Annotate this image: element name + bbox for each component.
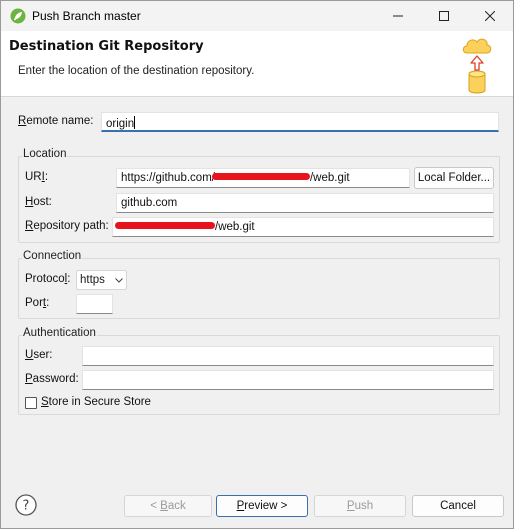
connection-group-title: Connection — [22, 250, 83, 262]
uri-value-end: /web.git — [309, 172, 350, 184]
local-folder-button[interactable]: Local Folder... — [414, 167, 494, 189]
uri-label: URI: — [25, 171, 48, 183]
user-input[interactable] — [82, 346, 494, 366]
protocol-label-suffix: : — [67, 273, 71, 285]
redaction-mark — [211, 173, 310, 180]
repository-path-label: Repository path: — [25, 220, 109, 232]
secure-store-checkbox[interactable] — [25, 397, 37, 409]
uri-value-start: https://github.com/ — [121, 172, 215, 184]
page-description: Enter the location of the destination re… — [18, 65, 255, 77]
back-button-prefix: < — [150, 500, 161, 512]
location-group-title: Location — [22, 148, 68, 160]
user-label-rest: ser: — [33, 349, 53, 361]
preview-button[interactable]: Preview > — [216, 495, 308, 517]
push-button-rest: ush — [354, 500, 374, 512]
maximize-button[interactable] — [421, 1, 467, 31]
repository-path-input[interactable]: /web.git — [112, 217, 494, 237]
close-icon — [485, 11, 495, 21]
close-button[interactable] — [467, 1, 513, 31]
back-button-rest: ack — [167, 500, 186, 512]
minimize-icon — [393, 15, 403, 17]
repository-path-label-rest: epository path: — [33, 220, 109, 232]
host-input[interactable]: github.com — [116, 193, 494, 213]
password-label-rest: assword: — [32, 373, 79, 385]
remote-name-value: origin — [106, 118, 135, 130]
secure-store-label-rest: tore in Secure Store — [48, 396, 151, 408]
minimize-button[interactable] — [375, 1, 421, 31]
spring-leaf-icon — [10, 8, 26, 24]
push-button[interactable]: Push — [314, 495, 406, 517]
svg-text:?: ? — [23, 499, 30, 514]
remote-name-input[interactable]: origin — [101, 112, 499, 132]
port-input[interactable] — [76, 294, 113, 314]
secure-store-label-accel: S — [41, 396, 49, 408]
preview-button-accel: P — [236, 500, 245, 512]
back-button-accel: B — [160, 500, 168, 512]
uri-label-suffix: : — [44, 171, 49, 183]
password-label: Password: — [25, 373, 79, 385]
window-title: Push Branch master — [32, 9, 141, 23]
repository-path-value-end: /web.git — [215, 221, 255, 233]
authentication-group-title: Authentication — [22, 327, 97, 339]
uri-label-prefix: UR — [25, 171, 42, 183]
page-title: Destination Git Repository — [9, 39, 204, 54]
chevron-down-icon — [115, 277, 123, 283]
host-value: github.com — [121, 197, 178, 209]
host-label-rest: ost: — [33, 196, 52, 208]
secure-store-label[interactable]: Store in Secure Store — [41, 396, 151, 408]
user-label: User: — [25, 349, 52, 361]
protocol-value: https — [80, 274, 105, 286]
push-button-accel: P — [346, 500, 355, 512]
text-caret — [134, 116, 136, 129]
back-button[interactable]: < Back — [124, 495, 212, 517]
preview-button-rest: review > — [244, 500, 288, 512]
protocol-label-prefix: Protoco — [25, 273, 65, 285]
remote-name-label: Remote name: — [18, 115, 93, 127]
title-bar: Push Branch master — [1, 1, 513, 31]
password-input[interactable] — [82, 370, 494, 390]
port-label-suffix: : — [46, 297, 50, 309]
port-label-prefix: Por — [25, 297, 43, 309]
wizard-header: Destination Git Repository Enter the loc… — [1, 31, 513, 97]
password-label-accel: P — [25, 373, 33, 385]
cancel-button[interactable]: Cancel — [412, 495, 504, 517]
host-label: Host: — [25, 196, 52, 208]
redaction-mark — [115, 222, 215, 229]
push-branch-dialog: Push Branch master Destination Git Repos… — [0, 0, 514, 529]
help-icon[interactable]: ? — [15, 494, 37, 516]
port-label: Port: — [25, 297, 49, 309]
protocol-select[interactable]: https — [76, 270, 127, 290]
cloud-database-upload-icon — [462, 38, 492, 94]
protocol-label: Protocol: — [25, 273, 70, 285]
uri-input[interactable]: https://github.com/ /web.git — [116, 168, 410, 188]
maximize-icon — [439, 11, 449, 21]
remote-name-label-rest: emote name: — [26, 115, 94, 127]
